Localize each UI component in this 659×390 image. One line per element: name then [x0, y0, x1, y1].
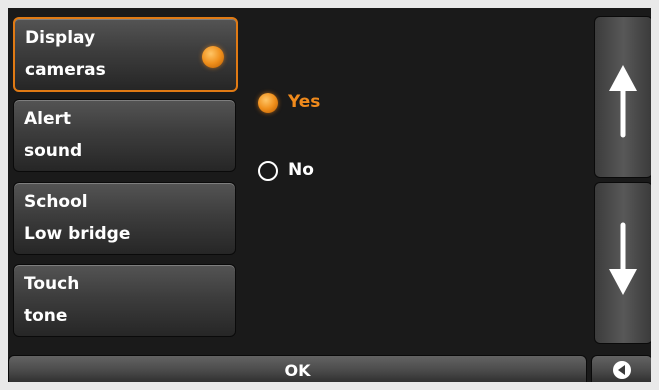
- arrow-up-icon: [609, 65, 637, 138]
- arrow-down-icon: [609, 222, 637, 295]
- menu-item-line1: Alert: [24, 109, 72, 129]
- ok-button-label: OK: [284, 361, 311, 380]
- ok-button[interactable]: OK: [8, 355, 587, 382]
- menu-item-line1: Display: [25, 28, 96, 48]
- selected-indicator-icon: [202, 46, 224, 68]
- radio-unselected-icon: [258, 161, 278, 181]
- radio-selected-icon: [258, 93, 278, 113]
- scroll-down-button[interactable]: [594, 182, 651, 344]
- back-button[interactable]: [591, 355, 651, 382]
- option-no-label: No: [288, 160, 314, 180]
- menu-item-line2: Low bridge: [24, 224, 131, 244]
- back-icon: [613, 361, 631, 379]
- scroll-up-button[interactable]: [594, 16, 651, 178]
- menu-item-alert-sound[interactable]: Alert sound: [13, 99, 236, 172]
- menu-item-line2: sound: [24, 141, 83, 161]
- menu-item-line1: Touch: [24, 274, 80, 294]
- settings-screen: Display cameras Alert sound School Low b…: [8, 8, 651, 382]
- option-yes-label: Yes: [288, 92, 321, 112]
- menu-item-line2: cameras: [25, 60, 106, 80]
- menu-item-display-cameras[interactable]: Display cameras: [13, 17, 238, 92]
- menu-item-touch-tone[interactable]: Touch tone: [13, 264, 236, 337]
- menu-item-line1: School: [24, 192, 88, 212]
- menu-item-school-low-bridge[interactable]: School Low bridge: [13, 182, 236, 255]
- menu-item-line2: tone: [24, 306, 68, 326]
